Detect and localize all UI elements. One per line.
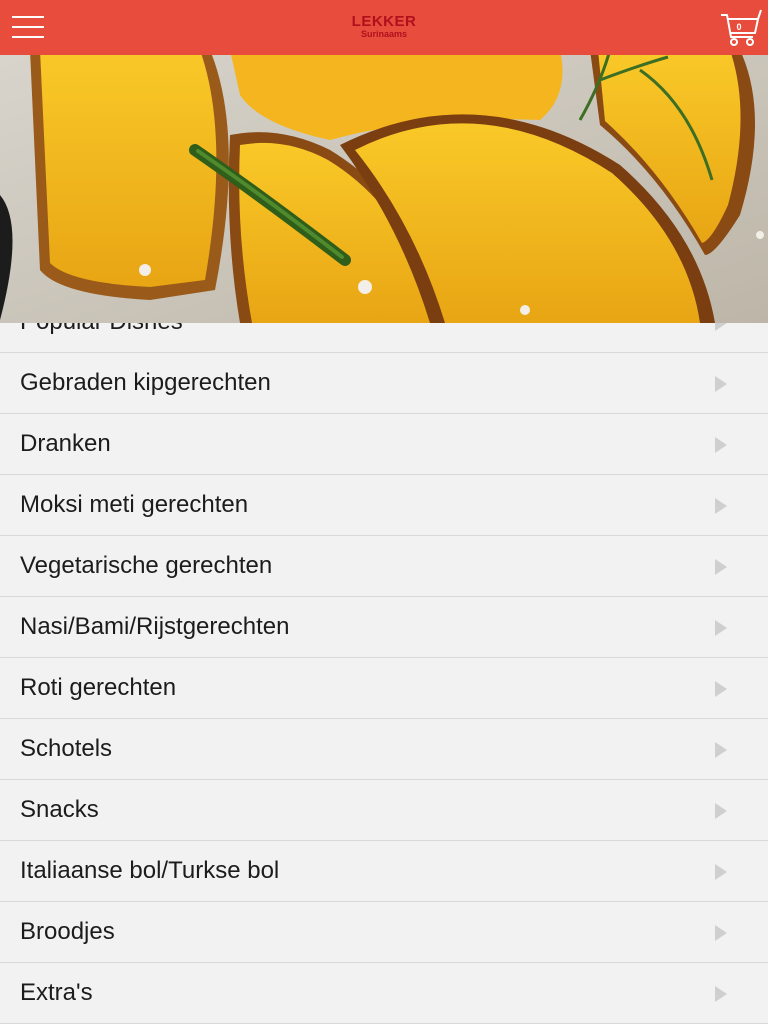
list-item-label: Schotels	[20, 735, 113, 762]
list-item[interactable]: Broodjes	[0, 902, 768, 963]
list-item[interactable]: Roti gerechten	[0, 658, 768, 719]
list-item-label: Moksi meti gerechten	[20, 491, 249, 518]
chevron-right-icon	[715, 620, 727, 636]
list-item[interactable]: Vegetarische gerechten	[0, 536, 768, 597]
chevron-right-icon	[715, 864, 727, 880]
chevron-right-icon	[715, 376, 727, 392]
list-item[interactable]: Extra's	[0, 963, 768, 1024]
list-item-label: Italiaanse bol/Turkse bol	[20, 857, 280, 884]
chevron-right-icon	[715, 498, 727, 514]
chevron-right-icon	[715, 925, 727, 941]
list-item[interactable]: Nasi/Bami/Rijstgerechten	[0, 597, 768, 658]
list-item[interactable]: Schotels	[0, 719, 768, 780]
hero-image	[0, 55, 768, 323]
list-item-label: Vegetarische gerechten	[20, 552, 273, 579]
chevron-right-icon	[715, 559, 727, 575]
list-item-label: Nasi/Bami/Rijstgerechten	[20, 613, 290, 640]
list-item-label: Dranken	[20, 430, 111, 457]
chevron-right-icon	[715, 437, 727, 453]
category-list: Popular Dishes Gebraden kipgerechten Dra…	[0, 292, 768, 1024]
cart-count-badge: 0	[736, 22, 742, 32]
logo-sub-text: Surinaams	[360, 29, 408, 39]
logo-main-text: LEKKER	[351, 13, 417, 30]
list-item-label: Extra's	[20, 979, 93, 1006]
chevron-right-icon	[715, 742, 727, 758]
list-item[interactable]: Italiaanse bol/Turkse bol	[0, 841, 768, 902]
app-header: LEKKER Surinaams 0	[0, 0, 768, 55]
list-item-label: Gebraden kipgerechten	[20, 369, 271, 396]
chevron-right-icon	[715, 681, 727, 697]
list-item[interactable]: Snacks	[0, 780, 768, 841]
shopping-cart-icon[interactable]: 0	[720, 8, 762, 48]
list-item[interactable]: Dranken	[0, 414, 768, 475]
app-logo[interactable]: LEKKER Surinaams	[0, 14, 768, 39]
list-item-label: Snacks	[20, 796, 99, 823]
list-item[interactable]: Gebraden kipgerechten	[0, 353, 768, 414]
list-item-label: Roti gerechten	[20, 674, 177, 701]
chevron-right-icon	[715, 986, 727, 1002]
list-item-label: Broodjes	[20, 918, 115, 945]
list-item[interactable]: Moksi meti gerechten	[0, 475, 768, 536]
chevron-right-icon	[715, 803, 727, 819]
